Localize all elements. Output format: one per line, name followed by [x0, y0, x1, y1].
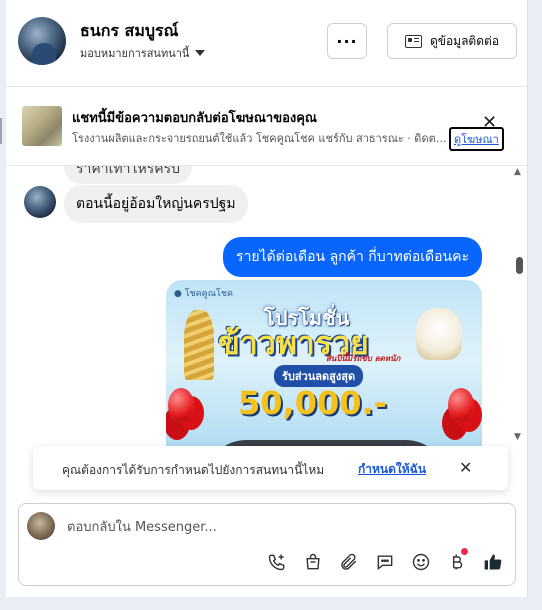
- view-contact-info-button[interactable]: ดูข้อมูลติดต่อ: [387, 23, 517, 59]
- reply-input[interactable]: [65, 515, 469, 539]
- reply-composer: [18, 503, 516, 586]
- payment-baht-icon[interactable]: [445, 548, 468, 573]
- ad-banner-title: แชทนี้มีข้อความตอบกลับต่อโฆษณาของคุณ: [72, 111, 317, 126]
- balloon-graphic: [168, 388, 194, 422]
- wheat-graphic: [184, 310, 214, 380]
- contact-card-icon: [404, 34, 422, 48]
- page-avatar: [27, 512, 55, 540]
- assign-notification-text: คุณต้องการได้รับการกำหนดไปยังการสนทนานี้…: [62, 463, 325, 477]
- assign-dropdown[interactable]: มอบหมายการสนทนานี้: [80, 44, 206, 62]
- left-edge-indicator: [0, 118, 2, 144]
- message-list: ราคาเท่าไหร่ครับ ตอนนี้อยู่อ้อมใหญ่นครปฐ…: [6, 166, 515, 448]
- ad-thumbnail: [22, 106, 62, 146]
- contact-name: ธนกร สมบูรณ์: [80, 21, 179, 40]
- assign-notification: คุณต้องการได้รับการกำหนดไปยังการสนทนานี้…: [33, 446, 508, 490]
- incoming-message-bubble: ตอนนี้อยู่อ้อมใหญ่นครปฐม: [64, 185, 248, 223]
- assign-label: มอบหมายการสนทนานี้: [80, 47, 190, 60]
- more-icon: ···: [336, 31, 358, 51]
- paperclip-icon[interactable]: [337, 550, 360, 573]
- promo-image-attachment[interactable]: ● โชคคูณโชค โปรโมชั่น ข้าวพารวย สินปีนี้…: [166, 280, 482, 448]
- conversation-panel: ธนกร สมบูรณ์ มอบหมายการสนทนานี้ ··· ดูข้…: [6, 0, 528, 597]
- scroll-down-arrow-icon[interactable]: ▼: [514, 432, 521, 442]
- saved-replies-icon[interactable]: [373, 550, 396, 573]
- emoji-icon[interactable]: [409, 550, 432, 573]
- caret-down-icon: [195, 50, 206, 56]
- shopping-bag-icon[interactable]: [301, 550, 324, 573]
- view-contact-info-label: ดูข้อมูลติดต่อ: [429, 33, 500, 48]
- promo-amount: 50,000.-: [238, 384, 387, 422]
- incoming-message-bubble: ราคาเท่าไหร่ครับ: [64, 166, 193, 184]
- rice-graphic: [416, 308, 462, 360]
- scroll-up-arrow-icon[interactable]: ▲: [514, 167, 521, 177]
- balloon-graphic: [448, 388, 474, 422]
- sender-avatar: [24, 186, 56, 218]
- assign-to-me-link[interactable]: กำหนดให้ฉัน: [358, 460, 426, 479]
- thumbs-up-icon[interactable]: [481, 550, 504, 573]
- conversation-header: ธนกร สมบูรณ์ มอบหมายการสนทนานี้ ··· ดูข้…: [6, 0, 527, 87]
- more-options-button[interactable]: ···: [327, 23, 367, 59]
- scrollbar-thumb[interactable]: [516, 257, 523, 274]
- ad-banner-description: โรงงานผลิตและกระจายรถยนต์ใช้แล้ว โชคคูณโ…: [72, 132, 447, 145]
- ad-reply-banner: แชทนี้มีข้อความตอบกลับต่อโฆษณาของคุณ โรง…: [6, 87, 527, 166]
- notification-dot: [461, 548, 468, 555]
- close-icon[interactable]: ✕: [482, 114, 497, 132]
- call-add-icon[interactable]: [265, 550, 288, 573]
- contact-avatar[interactable]: [18, 17, 66, 65]
- promo-logo: ● โชคคูณโชค: [174, 289, 234, 299]
- outgoing-message-bubble: รายได้ต่อเดือน ลูกค้า กี่บาทต่อเดือนคะ: [223, 237, 482, 277]
- composer-toolbar: [265, 548, 504, 573]
- close-icon[interactable]: ✕: [459, 458, 472, 477]
- promo-subtitle: สินปีนี้มีรถขับ ลดหนัก: [326, 354, 401, 363]
